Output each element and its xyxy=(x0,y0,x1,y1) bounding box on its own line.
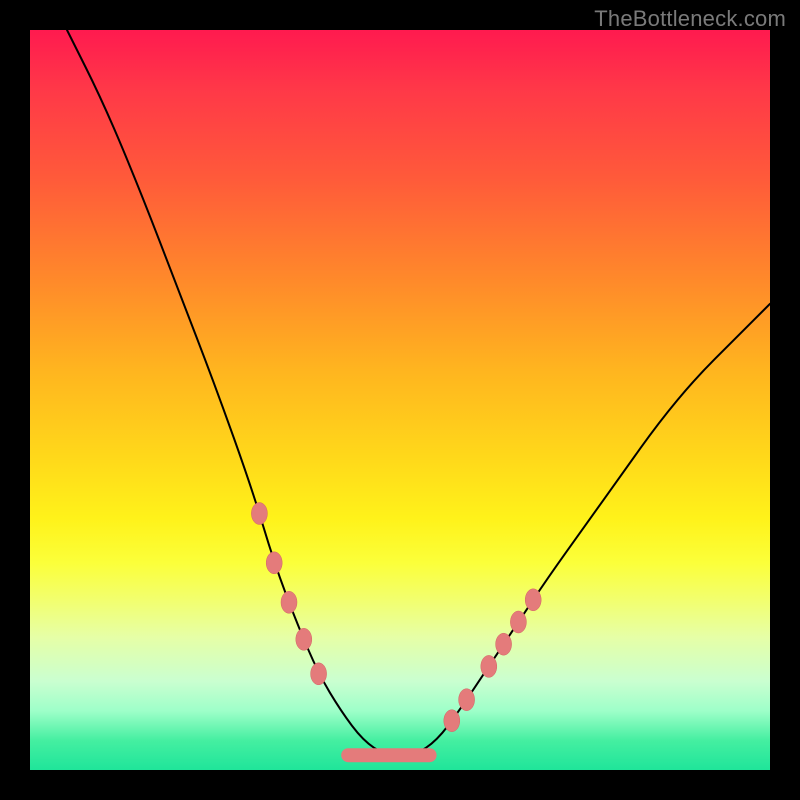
curve-marker xyxy=(481,655,497,677)
curve-marker xyxy=(251,503,267,525)
curve-marker xyxy=(296,628,312,650)
curve-marker xyxy=(459,689,475,711)
left-markers xyxy=(251,503,326,685)
plot-area xyxy=(30,30,770,770)
curve-marker xyxy=(510,611,526,633)
curve-marker xyxy=(525,589,541,611)
curve-marker xyxy=(496,633,512,655)
curve-marker xyxy=(444,710,460,732)
bottleneck-curve xyxy=(67,30,770,755)
watermark-text: TheBottleneck.com xyxy=(594,6,786,32)
curve-marker xyxy=(281,591,297,613)
curve-svg xyxy=(30,30,770,770)
curve-marker xyxy=(266,552,282,574)
chart-frame: TheBottleneck.com xyxy=(0,0,800,800)
curve-marker xyxy=(311,663,327,685)
